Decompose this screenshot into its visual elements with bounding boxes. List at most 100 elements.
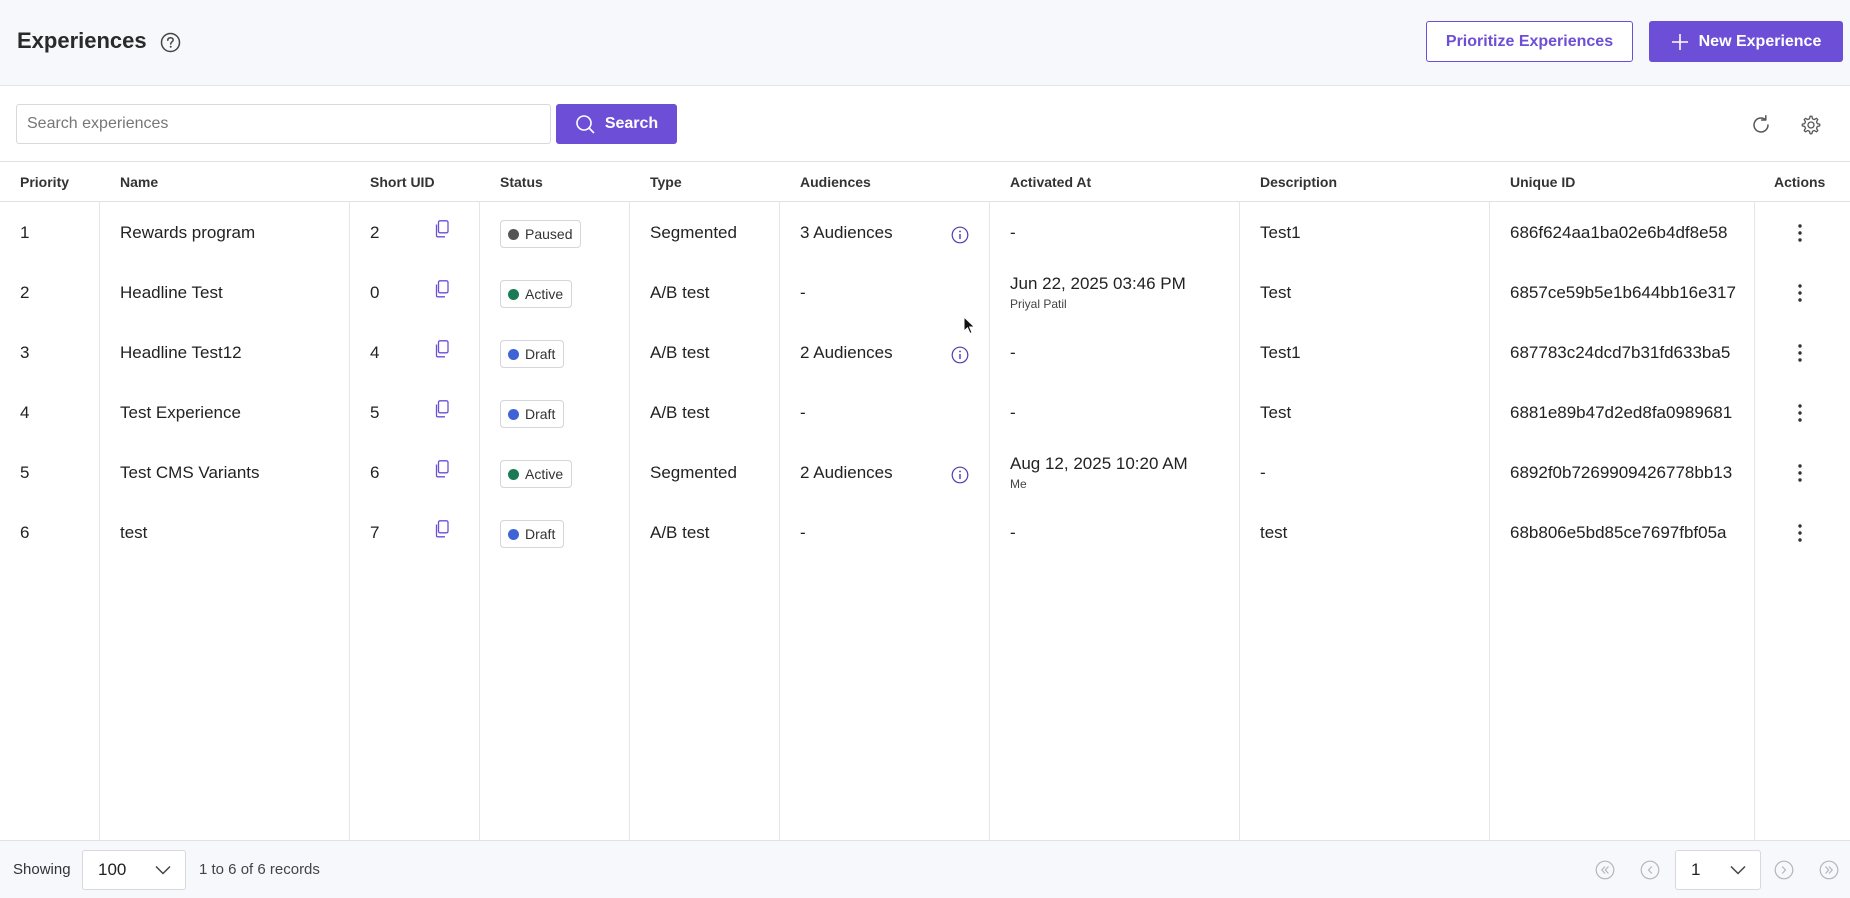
unique-id-cell: 687783c24dcd7b31fd633ba5 [1510,343,1731,362]
name-cell[interactable]: Test Experience [120,403,241,423]
table-header-row: Priority Name Short UID Status Type Audi… [0,162,1850,202]
priority-cell: 3 [20,343,30,362]
last-page-icon[interactable] [1819,860,1839,880]
status-badge: Draft [500,520,565,548]
name-cell[interactable]: Headline Test12 [120,343,242,363]
table-row[interactable]: 2 Headline Test 0 Active A/B test - Jun … [0,262,1850,322]
audiences-cell: - [800,283,806,302]
table-row[interactable]: 1 Rewards program 2 Paused Segmented 3 A… [0,202,1850,262]
activated-at-cell: - [1010,223,1016,242]
column-header-description[interactable]: Description [1260,174,1337,190]
audiences-cell: - [800,403,806,422]
page-title: Experiences [17,28,147,53]
short-uid-cell: 6 [370,463,380,482]
more-actions-icon[interactable] [1788,341,1812,365]
description-cell: test [1260,523,1288,542]
copy-icon[interactable] [434,340,449,358]
description-cell: - [1260,463,1266,482]
unique-id-cell: 68b806e5bd85ce7697fbf05a [1510,523,1727,542]
page-size-select[interactable]: 100 [82,850,186,890]
previous-page-icon[interactable] [1640,860,1660,880]
status-dot [508,288,519,300]
name-cell[interactable]: Test CMS Variants [120,463,260,483]
search-input[interactable] [16,104,551,144]
page-select[interactable]: 1 [1675,850,1761,890]
activated-at-cell: - [1010,403,1016,422]
gear-icon[interactable] [1800,114,1822,136]
chevron-down-icon [1730,865,1746,875]
column-header-actions: Actions [1774,174,1826,190]
activated-at-cell: Aug 12, 2025 10:20 AM [1010,454,1188,473]
copy-icon[interactable] [434,220,449,238]
prioritize-experiences-button[interactable]: Prioritize Experiences [1426,21,1633,62]
new-experience-button[interactable]: New Experience [1649,21,1843,62]
more-actions-icon[interactable] [1788,401,1812,425]
activated-by-label: Priyal Patil [1010,297,1067,311]
mouse-cursor-icon [963,316,976,335]
type-cell: A/B test [650,283,710,302]
column-header-activated-at[interactable]: Activated At [1010,174,1091,190]
next-page-icon[interactable] [1774,860,1794,880]
column-header-status[interactable]: Status [500,174,543,190]
page-header: Experiences Prioritize Experiences New E… [0,0,1850,86]
copy-icon[interactable] [434,520,449,538]
info-icon[interactable] [951,346,969,364]
page-size-value: 100 [98,860,127,879]
table-row[interactable]: 5 Test CMS Variants 6 Active Segmented 2… [0,442,1850,502]
description-cell: Test [1260,403,1292,422]
showing-label: Showing [13,861,71,878]
activated-at-cell: - [1010,523,1016,542]
more-actions-icon[interactable] [1788,221,1812,245]
table-row[interactable]: 4 Test Experience 5 Draft A/B test - - T… [0,382,1850,442]
copy-icon[interactable] [434,280,449,298]
table-row[interactable]: 3 Headline Test12 4 Draft A/B test 2 Aud… [0,322,1850,382]
pagination-footer: Showing 100 1 to 6 of 6 records 1 [0,840,1850,898]
activated-by-label: Me [1010,477,1027,491]
info-icon[interactable] [951,466,969,484]
more-actions-icon[interactable] [1788,281,1812,305]
priority-cell: 1 [20,223,30,242]
plus-icon [1671,33,1688,50]
experiences-table: Priority Name Short UID Status Type Audi… [0,162,1850,840]
status-dot [508,528,519,540]
table-row[interactable]: 6 test 7 Draft A/B test - - test 68b806e… [0,502,1850,562]
audiences-cell: 2 Audiences [800,463,893,482]
new-experience-label: New Experience [1698,32,1822,50]
first-page-icon[interactable] [1595,860,1615,880]
column-header-short-uid[interactable]: Short UID [370,174,435,190]
short-uid-cell: 4 [370,343,380,362]
refresh-icon[interactable] [1750,114,1772,136]
status-dot [508,408,519,420]
priority-cell: 2 [20,283,30,302]
name-cell[interactable]: Rewards program [120,223,255,243]
column-header-audiences[interactable]: Audiences [800,174,871,190]
description-cell: Test [1260,283,1292,302]
column-header-unique-id[interactable]: Unique ID [1510,174,1575,190]
short-uid-cell: 2 [370,223,380,242]
status-badge: Paused [500,220,582,248]
status-dot [508,468,519,480]
help-icon[interactable] [160,32,181,53]
audiences-cell: 3 Audiences [800,223,893,242]
name-cell[interactable]: Headline Test [120,283,223,303]
column-header-type[interactable]: Type [650,174,682,190]
name-cell[interactable]: test [120,523,147,543]
more-actions-icon[interactable] [1788,461,1812,485]
info-icon[interactable] [951,226,969,244]
status-dot [508,348,519,360]
priority-cell: 6 [20,523,30,542]
copy-icon[interactable] [434,460,449,478]
status-label: Active [525,466,564,482]
status-badge: Draft [500,340,565,368]
status-badge: Active [500,460,573,488]
copy-icon[interactable] [434,400,449,418]
priority-cell: 5 [20,463,30,482]
search-button[interactable]: Search [556,104,677,144]
column-header-name[interactable]: Name [120,174,158,190]
short-uid-cell: 0 [370,283,380,302]
type-cell: Segmented [650,463,737,482]
status-label: Draft [525,406,556,422]
more-actions-icon[interactable] [1788,521,1812,545]
column-header-priority[interactable]: Priority [20,174,69,190]
status-badge: Active [500,280,573,308]
